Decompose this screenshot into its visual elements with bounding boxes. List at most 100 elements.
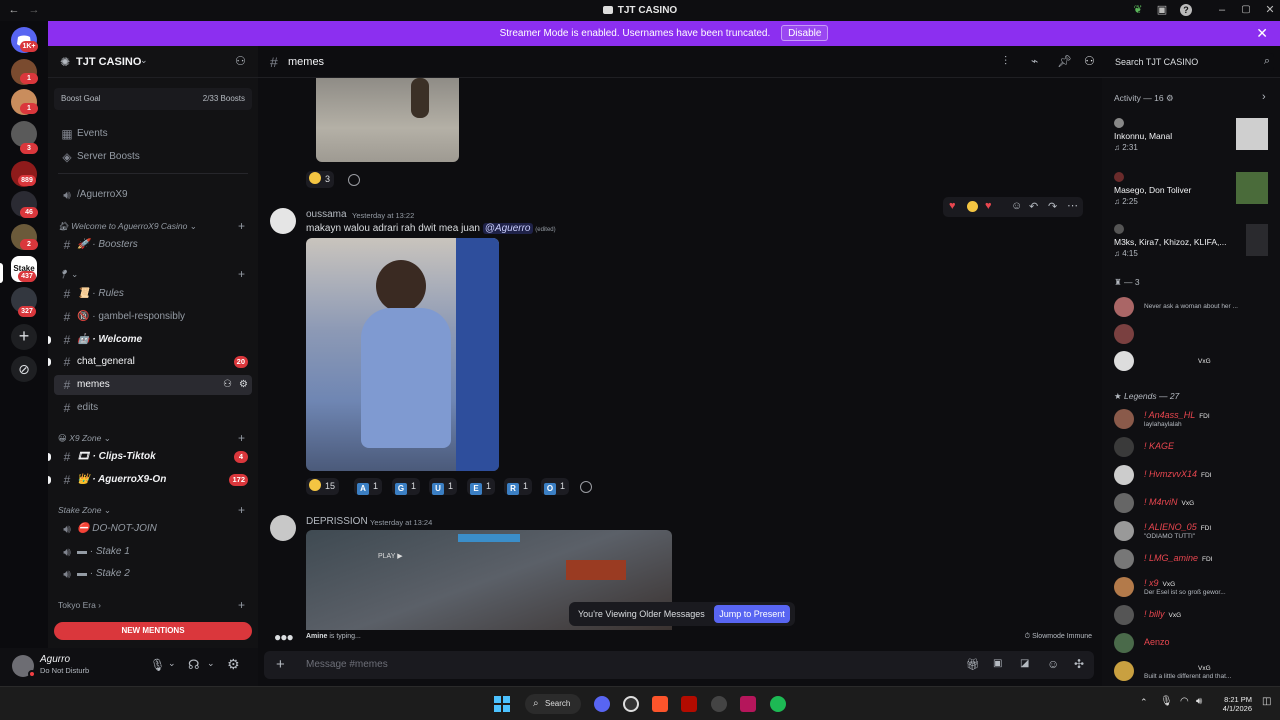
message-image[interactable]: [316, 78, 459, 162]
search-input[interactable]: Search TJT CASINO ⌕: [1110, 53, 1274, 71]
member-item[interactable]: Aenzo: [1114, 632, 1276, 654]
chevron-right-icon[interactable]: ›: [1262, 91, 1266, 103]
reaction[interactable]: R1: [504, 478, 533, 495]
help-icon[interactable]: ?: [1180, 4, 1192, 16]
channel-clips-tiktok[interactable]: # 🎞 · Clips-Tiktok 4: [48, 447, 258, 467]
message-image[interactable]: [306, 238, 499, 471]
category-tokyo-era[interactable]: Tokyo Era › +: [58, 598, 245, 612]
maximize-icon[interactable]: ▢: [1240, 4, 1252, 16]
member-item[interactable]: VxG: [1114, 350, 1276, 372]
activity-item[interactable]: M3ks, Kira7, Khizoz, KLIFA,... ♫ 4:15: [1114, 224, 1276, 258]
channel-gambel-responsibly[interactable]: # 🔞 · gambel-responsibly: [48, 307, 258, 327]
close-window-icon[interactable]: ✕: [1264, 4, 1276, 16]
category-welcome[interactable]: 🏠︎ Welcome to AguerroX9 Casino ⌄ +: [58, 219, 245, 233]
chevron-down-icon[interactable]: ⌄: [168, 658, 176, 669]
member-item[interactable]: ! KAGE: [1114, 436, 1276, 458]
member-item[interactable]: VxG Built a little different and that...: [1114, 660, 1276, 682]
heart-reaction-icon[interactable]: ♥: [949, 200, 956, 212]
add-reaction-icon[interactable]: [580, 481, 592, 493]
channel-stake-2[interactable]: 🔊︎ ▬ · Stake 2: [48, 564, 258, 584]
chevron-up-icon[interactable]: ⌃: [1140, 697, 1148, 708]
channel-rules[interactable]: # 📜 · Rules: [48, 284, 258, 304]
invite-icon[interactable]: ⚇: [235, 54, 246, 68]
github-icon[interactable]: [623, 696, 639, 712]
notifications-icon[interactable]: ◫: [1262, 696, 1271, 707]
add-attachment-icon[interactable]: +: [276, 656, 285, 673]
activity-item[interactable]: Masego, Don Toliver ♫ 2:25: [1114, 172, 1276, 206]
avatar[interactable]: [270, 208, 296, 234]
message-author[interactable]: DEPRISSION: [306, 516, 368, 527]
apps-icon[interactable]: ✣: [1074, 657, 1084, 671]
member-item[interactable]: ! An4ass_HL FDI laylahaylalah: [1114, 408, 1276, 430]
member-item[interactable]: ! ALIENO_05 FDI "ODIAMO TUTTI": [1114, 520, 1276, 542]
member-item[interactable]: ! M4rviN VxG: [1114, 492, 1276, 514]
notification-off-icon[interactable]: ⌁: [1031, 54, 1038, 68]
microphone-icon[interactable]: 🎙︎: [150, 658, 165, 672]
new-mentions-button[interactable]: NEW MENTIONS: [54, 622, 252, 640]
gif-icon[interactable]: ▣: [993, 658, 1002, 669]
reaction[interactable]: 15: [306, 478, 340, 495]
broken-heart-icon[interactable]: ♥: [985, 200, 992, 212]
chevron-down-icon[interactable]: ⌄: [207, 658, 215, 669]
pin-icon[interactable]: 📌︎: [1057, 54, 1072, 68]
disable-button[interactable]: Disable: [781, 25, 829, 41]
forward-icon[interactable]: ↷: [1048, 200, 1057, 213]
channel-memes[interactable]: # memes ⚇ ⚙: [54, 375, 252, 395]
channel-stake-1[interactable]: 🔊︎ ▬ · Stake 1: [48, 542, 258, 562]
clock[interactable]: 8:21 PM 4/1/2026: [1212, 695, 1252, 713]
gear-icon[interactable]: ⚙: [239, 375, 248, 395]
member-item[interactable]: Never ask a woman about her ...: [1114, 296, 1276, 318]
reply-icon[interactable]: ↶: [1029, 200, 1038, 213]
headphones-icon[interactable]: ☊: [188, 657, 200, 673]
activity-item[interactable]: Inkonnu, Manal ♫ 2:31: [1114, 118, 1276, 152]
close-banner-icon[interactable]: ✕: [1256, 21, 1268, 46]
category-pin[interactable]: 📍︎ ⌄ +: [58, 267, 245, 281]
member-item[interactable]: ! billy VxG: [1114, 604, 1276, 626]
taskbar-search[interactable]: ⌕ Search: [525, 694, 581, 714]
reaction[interactable]: G1: [392, 478, 421, 495]
gift-icon[interactable]: 🎁︎: [966, 658, 980, 671]
leaf-icon[interactable]: ❦: [1132, 4, 1144, 16]
add-reaction-icon[interactable]: [348, 174, 360, 186]
channel-chat-general[interactable]: # chat_general 20: [48, 352, 258, 372]
message-input[interactable]: + Message #memes 🎁︎ ▣ ◪ ☺ ✣: [264, 651, 1094, 679]
more-icon[interactable]: ⋯: [1067, 199, 1078, 212]
gear-icon[interactable]: ⚙: [227, 656, 240, 673]
add-server-icon[interactable]: +: [11, 324, 37, 350]
app-icon[interactable]: [711, 696, 727, 712]
brave-icon[interactable]: [652, 696, 668, 712]
discover-icon[interactable]: ⊘: [11, 356, 37, 382]
add-channel-icon[interactable]: +: [238, 431, 245, 445]
inbox-icon[interactable]: ▣: [1156, 4, 1168, 16]
windows-start-icon[interactable]: [494, 696, 510, 712]
member-item[interactable]: ! LMG_amine FDI: [1114, 548, 1276, 570]
add-channel-icon[interactable]: +: [238, 219, 245, 233]
add-channel-icon[interactable]: +: [238, 598, 245, 612]
category-x9-zone[interactable]: 😀︎ X9 Zone ⌄ +: [58, 431, 245, 445]
mic-tray-icon[interactable]: 🎙︎: [1160, 696, 1173, 707]
sticker-icon[interactable]: ◪: [1020, 658, 1029, 669]
message-author[interactable]: oussama: [306, 209, 347, 220]
volume-icon[interactable]: 🔊︎: [1196, 696, 1202, 707]
boost-goal[interactable]: Boost Goal 2/33 Boosts: [54, 88, 252, 110]
user-mention[interactable]: @Aguerro: [482, 223, 533, 234]
emoji-icon[interactable]: ☺: [1047, 657, 1059, 671]
channel-aguerrox9-voice[interactable]: 🔊︎/AguerroX9: [48, 185, 258, 205]
avatar[interactable]: [270, 515, 296, 541]
channel-edits[interactable]: # edits: [48, 398, 258, 418]
reaction[interactable]: E1: [467, 478, 496, 495]
app-icon-2[interactable]: [740, 696, 756, 712]
channel-aguerrox9-on[interactable]: # 👑 · AguerroX9-On 172: [48, 470, 258, 490]
sidebar-item-events[interactable]: ▦ Events: [48, 124, 258, 144]
member-item[interactable]: ! x9 VxG Der Esel ist so groß gewor...: [1114, 576, 1276, 598]
reaction[interactable]: A1: [354, 478, 383, 495]
channel-do-not-join[interactable]: 🔊︎ ⛔ DO-NOT-JOIN: [48, 519, 258, 539]
sidebar-item-server-boosts[interactable]: ◈ Server Boosts: [48, 147, 258, 167]
discord-taskbar-icon[interactable]: [594, 696, 610, 712]
wifi-icon[interactable]: ◠: [1180, 696, 1189, 707]
channel-welcome[interactable]: # 🤖 · Welcome: [48, 330, 258, 350]
category-stake-zone[interactable]: Stake Zone ⌄ +: [58, 503, 245, 517]
add-channel-icon[interactable]: +: [238, 267, 245, 281]
reaction[interactable]: U1: [429, 478, 458, 495]
member-item[interactable]: [1114, 323, 1276, 345]
